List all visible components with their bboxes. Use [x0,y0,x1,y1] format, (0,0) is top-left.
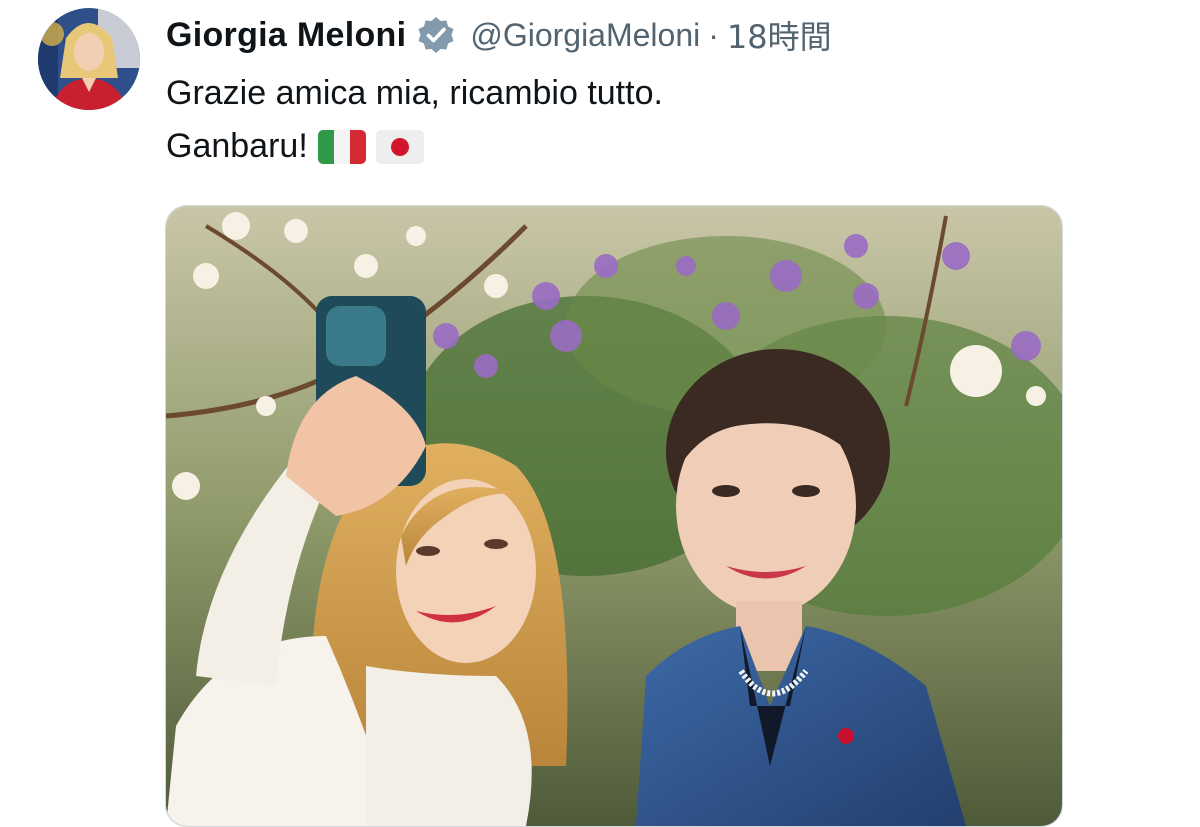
header-separator: · [708,16,719,53]
verified-badge-icon[interactable] [416,15,456,55]
tweet-text-line-1: Grazie amica mia, ricambio tutto. [166,74,663,112]
selfie-photo-icon [166,206,1062,826]
tweet-header: Giorgia Meloni @GiorgiaMeloni · 18時間 [166,10,832,60]
tweet[interactable]: Giorgia Meloni @GiorgiaMeloni · 18時間 Gra… [0,0,1200,827]
tweet-text-line-2: Ganbaru! [166,127,424,166]
tweet-photo[interactable] [165,205,1063,827]
tweet-text-ganbaru: Ganbaru! [166,127,308,165]
avatar-photo-icon [38,8,140,110]
tweet-timestamp[interactable]: 18時間 [727,12,832,58]
author-display-name[interactable]: Giorgia Meloni [166,16,406,55]
author-handle[interactable]: @GiorgiaMeloni [470,17,700,54]
profile-avatar[interactable] [38,8,140,110]
italy-flag-icon [317,129,366,164]
japan-flag-icon [375,129,424,164]
